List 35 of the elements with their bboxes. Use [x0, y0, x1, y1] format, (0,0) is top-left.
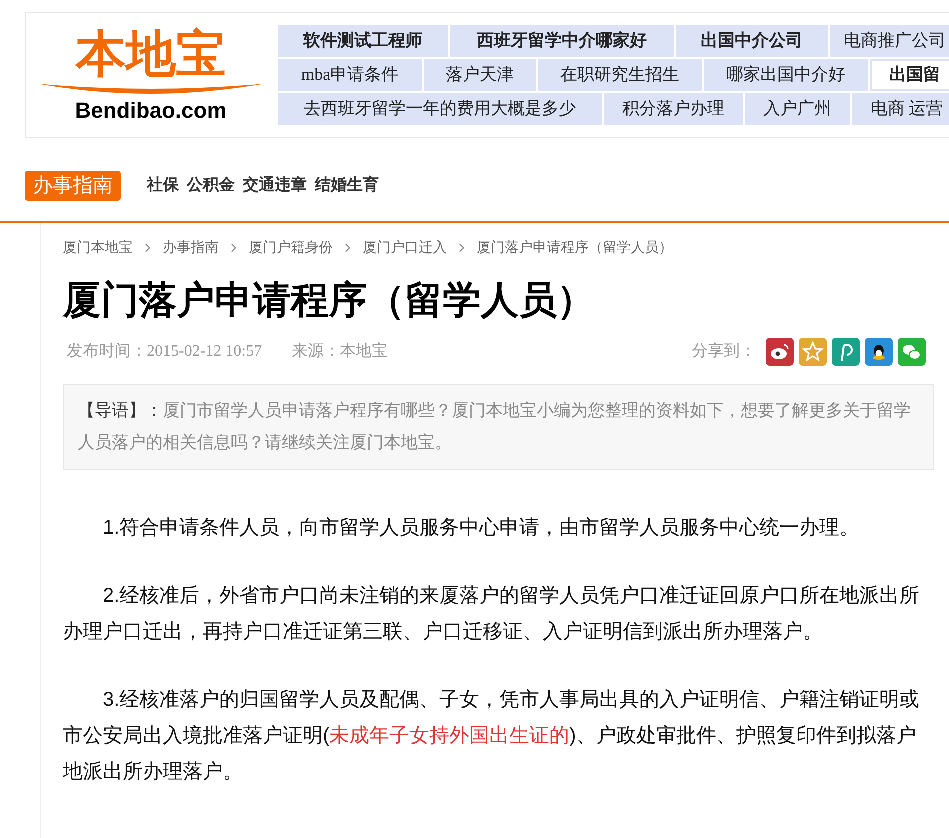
logo[interactable]: 本地宝 Bendibao.com — [26, 13, 276, 137]
nav-link[interactable]: 结婚生育 — [315, 174, 379, 198]
nav-link[interactable]: 交通违章 — [243, 174, 307, 198]
breadcrumb-link[interactable]: 厦门户籍身份 — [249, 237, 333, 258]
source-text: 来源：本地宝 — [292, 342, 388, 362]
tag-link[interactable]: 西班牙留学中介哪家好 — [450, 25, 674, 57]
tag-link[interactable]: 在职研究生招生 — [538, 59, 702, 91]
share-label: 分享到： — [692, 342, 756, 362]
tag-link[interactable]: 软件测试工程师 — [278, 25, 448, 57]
breadcrumb-link[interactable]: 厦门本地宝 — [63, 237, 133, 258]
share-icon[interactable] — [865, 338, 893, 366]
publish-time: 发布时间：2015-02-12 10:57 — [67, 342, 262, 362]
article-paragraph: 2.经核准后，外省市户口尚未注销的来厦落户的留学人员凭户口准迁证回原户口所在地派出所办理户口迁出，再持户口准迁证第三联、户口迁移证、入户证明信到派出所办理落户。 — [63, 584, 921, 645]
breadcrumb-link[interactable]: 厦门落户申请程序（留学人员） — [477, 237, 673, 258]
tag-link[interactable]: 出国留 — [870, 59, 949, 91]
article-paragraph: 1.符合申请条件人员，向市留学人员服务中心申请，由市留学人员服务中心统一办理。 — [102, 516, 861, 541]
tag-link[interactable]: 电商推广公司 — [830, 25, 949, 57]
intro-text: 【导语】：厦门市留学人员申请落户程序有哪些？厦门本地宝小编为您整理的资料如下，想要了解更多关于留学人员落户的相关信息吗？请继续关注厦门本地宝。 — [78, 400, 912, 454]
tag-link[interactable]: 电商 运营 — [852, 93, 949, 125]
nav-link[interactable]: 公积金 — [187, 174, 235, 198]
logo-domain: Bendibao.com — [75, 98, 227, 124]
tag-link[interactable]: mba申请条件 — [278, 59, 422, 91]
article-paragraph: 3.经核准落户的归国留学人员及配偶、子女，凭市人事局出具的入户证明信、户籍注销证明或市公安局出入境批准落户证明(未成年子女持外国出生证的)、户政处审批件、护照复印件到拟落户地派出所办理落户。 — [63, 688, 921, 785]
breadcrumb-link[interactable]: 厦门户口迁入 — [363, 237, 447, 258]
tag-link[interactable]: 落户天津 — [424, 59, 536, 91]
tag-link[interactable]: 积分落户办理 — [604, 93, 743, 125]
tag-link[interactable]: 出国中介公司 — [676, 25, 828, 57]
tag-link[interactable]: 哪家出国中介好 — [704, 59, 868, 91]
breadcrumb-link[interactable]: 办事指南 — [163, 237, 219, 258]
article-title: 厦门落户申请程序（留学人员） — [63, 279, 596, 324]
tag-link[interactable]: 去西班牙留学一年的费用大概是多少 — [278, 93, 602, 125]
tag-link[interactable]: 入户广州 — [745, 93, 850, 125]
nav-link[interactable]: 社保 — [147, 174, 179, 198]
logo-title: 本地宝 — [76, 26, 226, 82]
note-link[interactable]: 未成年子女持外国出生证的 — [330, 725, 570, 747]
